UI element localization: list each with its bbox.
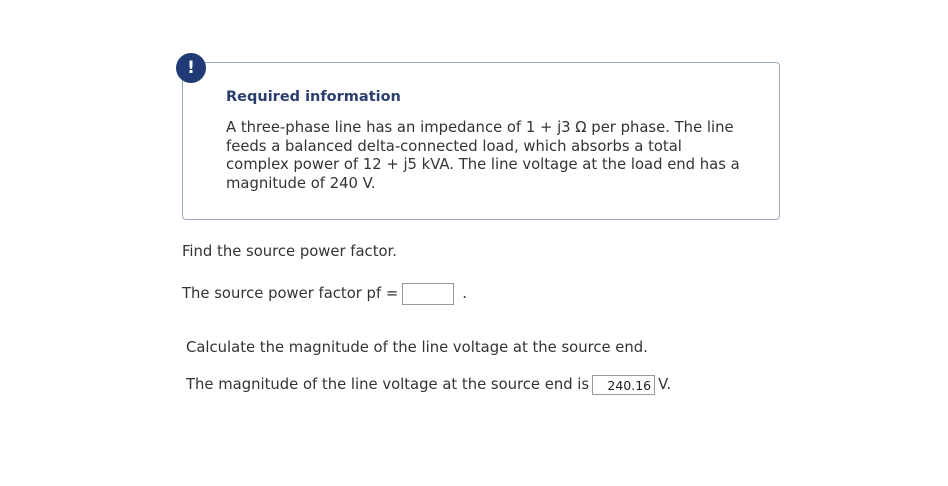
part2-answer-prefix: The magnitude of the line voltage at the…: [186, 376, 590, 393]
required-info-body: A three-phase line has an impedance of 1…: [226, 119, 746, 193]
info-line: complex power of 12 + j5 kVA. The line v…: [226, 156, 740, 173]
part2-answer-suffix: V.: [658, 376, 672, 393]
part1-answer-row: The source power factor pf =.: [182, 283, 467, 305]
info-line: A three-phase line has an impedance of 1…: [226, 119, 734, 136]
exclamation-icon: !: [176, 53, 206, 83]
line-voltage-input[interactable]: [592, 375, 656, 395]
required-info-title: Required information: [226, 89, 401, 105]
part2-answer-row: The magnitude of the line voltage at the…: [186, 375, 671, 395]
power-factor-input[interactable]: [402, 283, 455, 305]
part1-answer-prefix: The source power factor pf =: [182, 285, 399, 302]
part2-question: Calculate the magnitude of the line volt…: [186, 339, 648, 356]
part1-answer-suffix: .: [462, 285, 467, 302]
part1-question: Find the source power factor.: [182, 243, 397, 260]
info-line: magnitude of 240 V.: [226, 174, 376, 192]
info-line: feeds a balanced delta-connected load, w…: [226, 137, 682, 155]
